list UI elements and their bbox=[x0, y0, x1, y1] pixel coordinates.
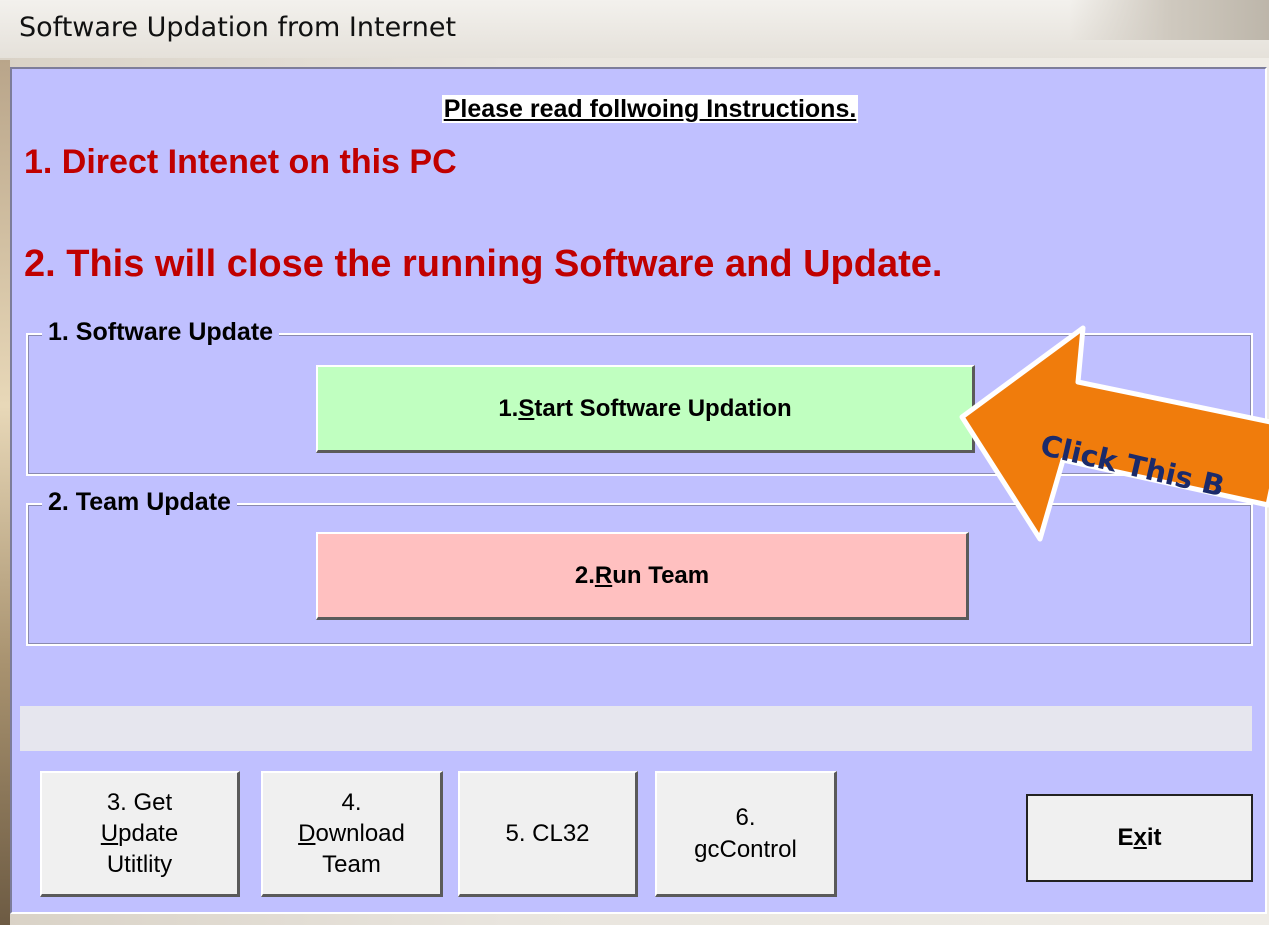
download-team-button[interactable]: 4. Download Team bbox=[261, 771, 443, 897]
background-edge bbox=[0, 60, 10, 925]
callout-arrow bbox=[950, 320, 1269, 550]
software-update-group-label: 1. Software Update bbox=[42, 318, 280, 347]
progress-status-bar bbox=[20, 706, 1252, 751]
start-software-updation-button[interactable]: 1. Start Software Updation bbox=[316, 365, 975, 453]
get-update-utility-button[interactable]: 3. Get Update Utitlity bbox=[40, 771, 240, 897]
callout-arrow-icon bbox=[959, 325, 1269, 542]
title-bar: Software Updation from Internet bbox=[0, 0, 1269, 58]
instructions-heading: Please read follwoing Instructions. bbox=[441, 95, 859, 123]
cl32-button[interactable]: 5. CL32 bbox=[458, 771, 638, 897]
instruction-line-2: 2. This will close the running Software … bbox=[24, 243, 943, 285]
app-window: Software Updation from Internet Please r… bbox=[0, 0, 1269, 925]
team-update-group-label: 2. Team Update bbox=[42, 488, 237, 517]
instruction-line-1: 1. Direct Intenet on this PC bbox=[24, 143, 457, 181]
window-title: Software Updation from Internet bbox=[19, 12, 457, 43]
exit-button[interactable]: Ex it bbox=[1026, 794, 1253, 882]
title-bar-controls bbox=[1069, 0, 1269, 40]
run-team-button[interactable]: 2. Run Team bbox=[316, 532, 969, 620]
gccontrol-button[interactable]: 6. gcControl bbox=[655, 771, 837, 897]
